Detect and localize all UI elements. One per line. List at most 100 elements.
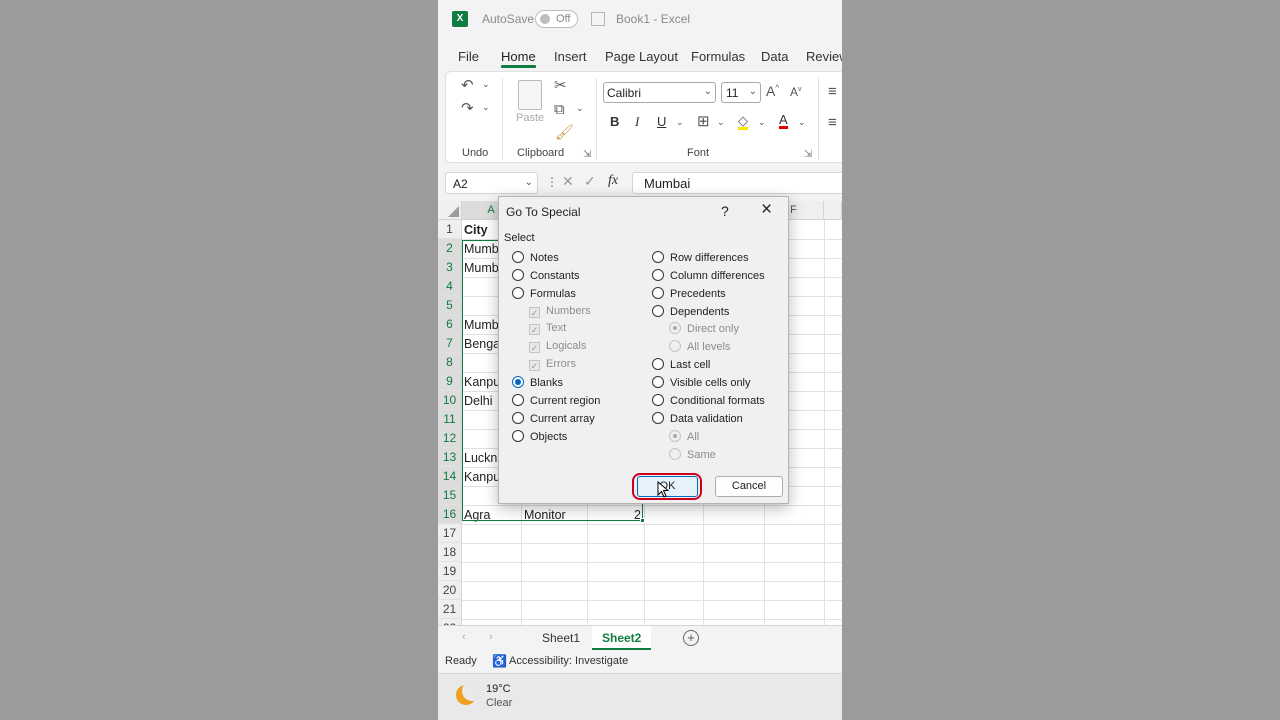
option-column-differences[interactable]: Column differences <box>652 269 765 282</box>
row-header-12[interactable]: 12 <box>438 429 462 448</box>
insert-function-icon[interactable]: fx <box>608 173 618 189</box>
underline-icon[interactable]: U <box>657 115 666 128</box>
help-icon[interactable]: ? <box>721 203 729 219</box>
tab-page-layout[interactable]: Page Layout <box>605 49 678 64</box>
decrease-font-size-icon[interactable]: Av <box>790 86 802 98</box>
font-size-select[interactable]: 11 ⌄ <box>721 82 761 103</box>
paste-icon[interactable] <box>518 80 542 110</box>
tab-home[interactable]: Home <box>501 49 536 68</box>
formula-input[interactable]: Mumbai <box>632 172 842 194</box>
font-launcher-icon[interactable]: ⇲ <box>804 149 812 160</box>
row-header-16[interactable]: 16 <box>438 505 462 524</box>
sheet-tab-sheet1[interactable]: Sheet1 <box>532 626 590 650</box>
select-all-corner[interactable] <box>438 201 462 220</box>
option-objects[interactable]: Objects <box>512 430 567 443</box>
row-header-8[interactable]: 8 <box>438 353 462 372</box>
undo-icon[interactable]: ↶ <box>461 78 474 93</box>
fill-color-dropdown-icon[interactable]: ⌄ <box>758 118 766 127</box>
italic-icon[interactable]: I <box>635 115 639 128</box>
option-blanks[interactable]: Blanks <box>512 376 563 389</box>
radio-selected-icon <box>512 376 524 388</box>
column-header-g[interactable] <box>824 201 842 220</box>
confirm-entry-icon[interactable]: ✓ <box>584 173 596 190</box>
align-left-icon[interactable]: ≡ <box>828 115 837 130</box>
option-data-validation[interactable]: Data validation <box>652 412 743 425</box>
row-header-6[interactable]: 6 <box>438 315 462 334</box>
clipboard-launcher-icon[interactable]: ⇲ <box>583 149 591 160</box>
row-header-13[interactable]: 13 <box>438 448 462 467</box>
option-current-array[interactable]: Current array <box>512 412 595 425</box>
option-current-region[interactable]: Current region <box>512 394 600 407</box>
row-header-5[interactable]: 5 <box>438 296 462 315</box>
tab-formulas[interactable]: Formulas <box>691 49 745 64</box>
row-header-11[interactable]: 11 <box>438 410 462 429</box>
underline-dropdown-icon[interactable]: ⌄ <box>676 118 684 127</box>
copy-icon[interactable]: ⧉ <box>554 102 565 117</box>
row-header-10[interactable]: 10 <box>438 391 462 410</box>
fill-handle[interactable] <box>640 518 645 523</box>
row-header-14[interactable]: 14 <box>438 467 462 486</box>
copy-dropdown-icon[interactable]: ⌄ <box>576 104 584 113</box>
font-color-icon[interactable]: A <box>779 113 788 129</box>
checkbox-icon: ✓ <box>529 360 540 371</box>
toggle-knob <box>540 14 550 24</box>
tab-review[interactable]: Review <box>806 49 842 64</box>
row-header-4[interactable]: 4 <box>438 277 462 296</box>
row-header-21[interactable]: 21 <box>438 600 462 619</box>
option-all-levels: All levels <box>669 340 730 353</box>
tab-data[interactable]: Data <box>761 49 788 64</box>
redo-dropdown-icon[interactable]: ⌄ <box>482 103 490 112</box>
font-color-dropdown-icon[interactable]: ⌄ <box>798 118 806 127</box>
close-icon[interactable]: × <box>761 200 772 219</box>
row-header-2[interactable]: 2 <box>438 239 462 258</box>
row-header-20[interactable]: 20 <box>438 581 462 600</box>
borders-dropdown-icon[interactable]: ⌄ <box>717 118 725 127</box>
option-conditional-formats[interactable]: Conditional formats <box>652 394 765 407</box>
sheet-next-icon[interactable]: › <box>489 631 493 643</box>
radio-icon <box>512 251 524 263</box>
tab-insert[interactable]: Insert <box>554 49 587 64</box>
cut-icon[interactable]: ✂ <box>554 78 567 93</box>
weather-temp[interactable]: 19°C <box>486 683 511 695</box>
autosave-toggle[interactable]: Off <box>535 10 578 28</box>
sheet-prev-icon[interactable]: ‹ <box>462 631 466 643</box>
align-top-icon[interactable]: ≡ <box>828 84 837 99</box>
option-constants[interactable]: Constants <box>512 269 580 282</box>
sheet-tab-sheet2[interactable]: Sheet2 <box>592 626 652 650</box>
option-dependents[interactable]: Dependents <box>652 305 729 318</box>
name-box[interactable]: A2 ⌄ <box>445 172 538 194</box>
row-header-9[interactable]: 9 <box>438 372 462 391</box>
row-header-18[interactable]: 18 <box>438 543 462 562</box>
radio-icon <box>512 430 524 442</box>
weather-condition[interactable]: Clear <box>486 697 512 709</box>
accessibility-status[interactable]: Accessibility: Investigate <box>509 655 628 667</box>
row-header-19[interactable]: 19 <box>438 562 462 581</box>
option-visible-cells-only[interactable]: Visible cells only <box>652 376 751 389</box>
save-icon[interactable] <box>591 12 605 26</box>
font-name-select[interactable]: Calibri ⌄ <box>603 82 716 103</box>
undo-dropdown-icon[interactable]: ⌄ <box>482 80 490 89</box>
tab-file[interactable]: File <box>458 49 479 64</box>
add-sheet-icon[interactable]: + <box>683 630 699 646</box>
option-row-differences[interactable]: Row differences <box>652 251 749 264</box>
radio-disabled-icon <box>669 430 681 442</box>
row-header-3[interactable]: 3 <box>438 258 462 277</box>
cancel-button[interactable]: Cancel <box>715 476 783 497</box>
borders-icon[interactable]: ⊞ <box>697 114 710 129</box>
increase-font-size-icon[interactable]: A^ <box>766 84 779 98</box>
option-last-cell[interactable]: Last cell <box>652 358 710 371</box>
redo-icon[interactable]: ↷ <box>461 101 474 116</box>
formula-bar: A2 ⌄ ⋮ ✕ ✓ fx Mumbai <box>438 170 842 198</box>
bold-icon[interactable]: B <box>610 115 619 128</box>
row-header-17[interactable]: 17 <box>438 524 462 543</box>
cell-a1[interactable]: City <box>464 223 488 237</box>
option-precedents[interactable]: Precedents <box>652 287 726 300</box>
option-formulas[interactable]: Formulas <box>512 287 576 300</box>
row-header-7[interactable]: 7 <box>438 334 462 353</box>
format-painter-icon[interactable]: 🖌 <box>555 125 574 140</box>
fill-color-icon[interactable]: ◇ <box>738 114 748 130</box>
row-header-15[interactable]: 15 <box>438 486 462 505</box>
row-header-1[interactable]: 1 <box>438 220 462 239</box>
option-notes[interactable]: Notes <box>512 251 559 264</box>
cancel-entry-icon[interactable]: ✕ <box>562 173 574 190</box>
